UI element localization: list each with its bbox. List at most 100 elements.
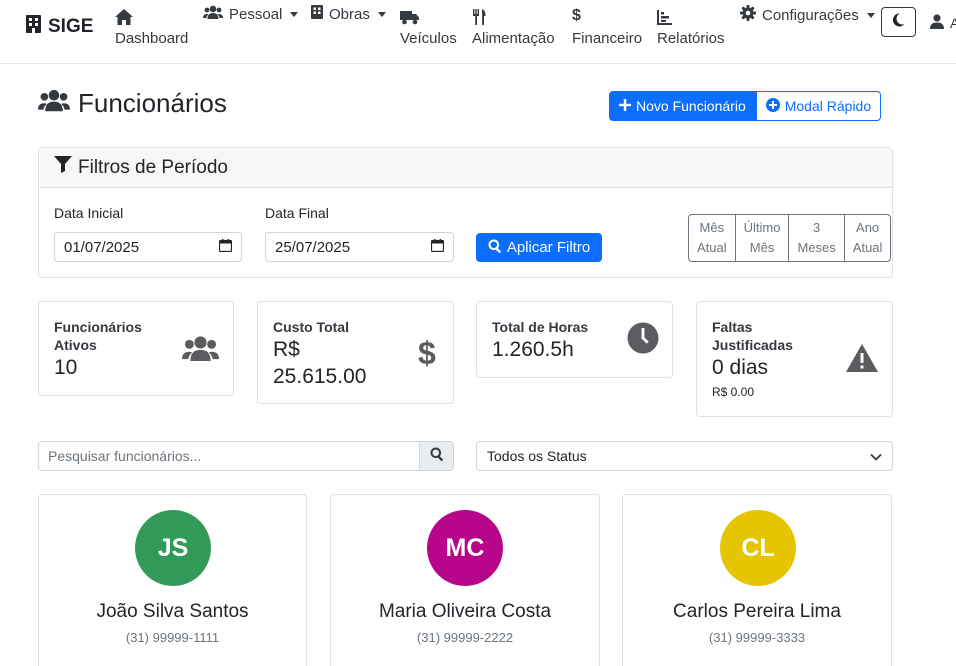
stat-value: 10: [54, 356, 78, 379]
utensils-icon: [472, 5, 486, 25]
users-icon: [203, 5, 223, 23]
new-employee-button[interactable]: Novo Funcionário: [609, 91, 756, 121]
moon-icon: [892, 12, 905, 32]
employee-card[interactable]: JS João Silva Santos (31) 99999-1111: [38, 494, 307, 666]
stat-value: R$ 25.615.00: [273, 336, 366, 390]
avatar: CL: [720, 510, 796, 586]
caret-down-icon: [866, 12, 875, 18]
end-date-value: 25/07/2025: [275, 238, 351, 256]
nav-configuracoes-label: Configurações: [762, 6, 859, 24]
stat-total-hours: Total de Horas 1.260.5h: [476, 301, 673, 378]
stat-label-line: Justificadas: [712, 337, 793, 353]
calendar-icon: [430, 238, 445, 256]
plus-circle-icon: [765, 97, 780, 115]
period-label: 3: [813, 220, 821, 235]
period-label: Ano: [856, 220, 880, 235]
start-date-label: Data Inicial: [54, 205, 124, 221]
nav-obras[interactable]: Obras: [311, 5, 386, 23]
apply-filter-button[interactable]: Aplicar Filtro: [476, 233, 602, 262]
top-navbar: SIGE Dashboard Pessoal Obras Veículos Al…: [0, 0, 956, 64]
building-icon: [26, 15, 41, 39]
employee-phone: (31) 99999-3333: [708, 630, 806, 645]
page-title: Funcionários: [38, 88, 227, 119]
nav-financeiro[interactable]: $ Financeiro: [572, 5, 642, 47]
caret-down-icon: [377, 11, 386, 17]
apply-filter-label: Aplicar Filtro: [506, 239, 591, 256]
period-filter-card: Filtros de Período Data Inicial 01/07/20…: [38, 147, 893, 278]
user-menu[interactable]: A: [930, 14, 956, 32]
start-date-input[interactable]: 01/07/2025: [54, 232, 242, 262]
truck-icon: [400, 5, 420, 25]
brand[interactable]: SIGE: [26, 15, 93, 39]
nav-pessoal-label: Pessoal: [229, 5, 283, 23]
stat-total-cost: Custo Total R$ 25.615.00 $: [257, 301, 454, 404]
page-title-text: Funcionários: [78, 88, 227, 118]
stat-value-line: 25.615.00: [273, 365, 367, 388]
avatar: MC: [427, 510, 503, 586]
nav-obras-label: Obras: [329, 5, 370, 23]
employee-card[interactable]: CL Carlos Pereira Lima (31) 99999-3333: [622, 494, 892, 666]
employee-phone: (31) 99999-2222: [416, 630, 514, 645]
theme-toggle-button[interactable]: [881, 7, 916, 37]
nav-veiculos[interactable]: Veículos: [400, 5, 457, 47]
search-button[interactable]: [419, 442, 453, 470]
period-label: Mês: [699, 220, 725, 235]
period-label: Meses: [797, 240, 836, 255]
stat-sub-value: R$ 0.00: [712, 385, 755, 399]
filter-icon: [54, 156, 72, 179]
employee-card[interactable]: MC Maria Oliveira Costa (31) 99999-2222: [330, 494, 600, 666]
search-input[interactable]: Pesquisar funcionários...: [39, 442, 419, 470]
nav-relatorios[interactable]: Relatórios: [657, 5, 725, 47]
stat-active-employees: Funcionários Ativos 10: [38, 301, 234, 396]
employee-name: Carlos Pereira Lima: [673, 601, 841, 622]
start-date-value: 01/07/2025: [64, 238, 140, 256]
nav-dashboard[interactable]: Dashboard: [115, 5, 188, 47]
search-icon: [430, 447, 444, 466]
nav-pessoal[interactable]: Pessoal: [203, 5, 299, 23]
stat-value-line: R$: [273, 338, 300, 361]
period-current-month-button[interactable]: Mês Atual: [689, 215, 736, 261]
employee-name: João Silva Santos: [96, 601, 249, 622]
period-last-month-button[interactable]: Último Mês: [736, 215, 790, 261]
status-select[interactable]: Todos os Status: [476, 441, 893, 471]
building-icon: [311, 5, 323, 23]
brand-name: SIGE: [48, 16, 94, 37]
chevron-down-icon: [870, 448, 882, 464]
employee-search: Pesquisar funcionários...: [38, 441, 454, 471]
filter-title: Filtros de Período: [78, 156, 228, 178]
period-label: Último: [743, 220, 781, 235]
stat-label: Custo Total: [273, 319, 349, 335]
warning-icon: [846, 344, 878, 377]
nav-dashboard-label: Dashboard: [115, 30, 189, 47]
dollar-icon: $: [418, 335, 436, 371]
employee-phone: (31) 99999-1111: [125, 630, 220, 645]
end-date-label: Data Final: [265, 205, 329, 221]
stat-value: 1.260.5h: [492, 338, 574, 361]
nav-financeiro-label: Financeiro: [572, 30, 643, 47]
employee-name: Maria Oliveira Costa: [378, 601, 552, 622]
period-label: Mês: [749, 240, 775, 255]
period-3-months-button[interactable]: 3 Meses: [789, 215, 845, 261]
users-icon: [38, 88, 70, 119]
nav-alimentacao[interactable]: Alimentação: [472, 5, 555, 47]
chart-icon: [657, 5, 672, 25]
caret-down-icon: [290, 11, 299, 17]
home-icon: [115, 5, 133, 25]
stat-label: Total de Horas: [492, 319, 589, 335]
filter-header: Filtros de Período: [39, 148, 892, 188]
header-actions: Novo Funcionário Modal Rápido: [609, 91, 882, 121]
stat-label-line: Funcionários: [54, 319, 142, 335]
status-select-value: Todos os Status: [487, 448, 587, 464]
plus-icon: [619, 98, 631, 114]
user-initial: A: [950, 15, 956, 31]
quick-modal-button[interactable]: Modal Rápido: [755, 91, 882, 121]
dollar-icon: $: [572, 7, 581, 24]
nav-configuracoes[interactable]: Configurações: [740, 5, 875, 25]
user-icon: [930, 14, 944, 32]
end-date-input[interactable]: 25/07/2025: [265, 232, 454, 262]
stat-value: 0 dias: [712, 356, 769, 379]
gear-icon: [740, 5, 756, 25]
period-current-year-button[interactable]: Ano Atual: [845, 215, 891, 261]
clock-icon: [627, 322, 659, 359]
new-employee-label: Novo Funcionário: [636, 98, 746, 114]
